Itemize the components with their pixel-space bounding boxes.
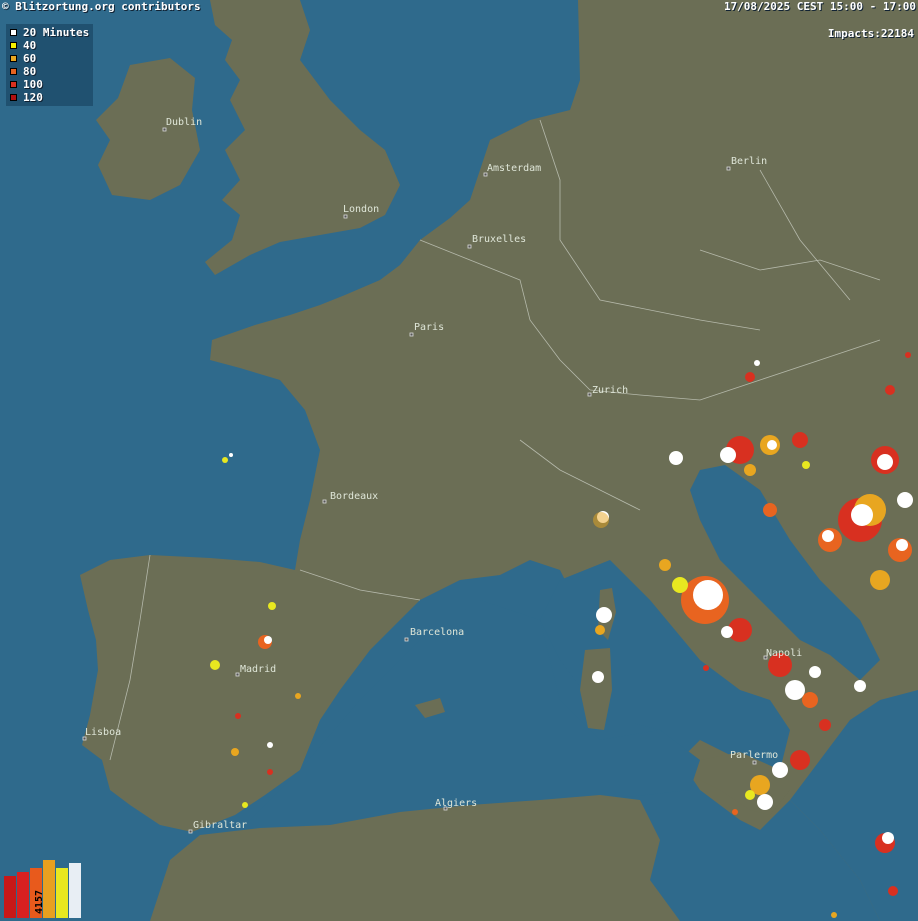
city-label-berlin: Berlin	[731, 156, 768, 167]
city-label-napoli: Napoli	[766, 648, 803, 659]
city-label-madrid: Madrid	[240, 664, 277, 675]
legend-item: 60	[10, 52, 89, 65]
legend-item: 40	[10, 39, 89, 52]
histogram-bar	[56, 868, 68, 918]
city-label-paris: Paris	[414, 322, 445, 333]
city-label-amsterdam: Amsterdam	[487, 163, 542, 174]
city-label-gibraltar: Gibraltar	[193, 820, 248, 831]
legend-label: 20 Minutes	[23, 26, 90, 39]
legend-swatch	[10, 29, 17, 36]
city-label-london: London	[343, 204, 380, 215]
city-label-dublin: Dublin	[166, 117, 203, 128]
city-label-zurich: Zurich	[592, 385, 629, 396]
legend-swatch	[10, 81, 17, 88]
city-label-barcelona: Barcelona	[410, 627, 465, 638]
histogram-bar	[17, 872, 29, 918]
time-range-text: 17/08/2025 CEST 15:00 - 17:00	[723, 0, 916, 13]
legend-swatch	[10, 68, 17, 75]
legend-item: 80	[10, 65, 89, 78]
legend-label: 60	[23, 52, 37, 65]
city-label-palermo: Parlermo	[730, 750, 779, 761]
legend-item: 120	[10, 91, 89, 104]
city-label-bordeaux: Bordeaux	[330, 491, 379, 502]
attribution-text: © Blitzortung.org contributors	[2, 0, 201, 13]
histogram-bar	[69, 863, 81, 918]
impacts-counter: Impacts:22184	[827, 27, 914, 40]
histogram-bar	[4, 876, 16, 918]
legend-swatch	[10, 42, 17, 49]
legend-label: 120	[23, 91, 43, 104]
legend-swatch	[10, 55, 17, 62]
age-legend: 20 Minutes 40 60 80 100 120	[6, 24, 94, 106]
city-label-lisboa: Lisboa	[85, 727, 122, 738]
lightning-map[interactable]	[0, 0, 918, 921]
city-label-algiers: Algiers	[435, 798, 478, 809]
histogram-count: 4157	[34, 889, 45, 914]
legend-label: 40	[23, 39, 37, 52]
strike-histogram: 4157	[4, 858, 82, 918]
legend-label: 100	[23, 78, 43, 91]
legend-item: 20 Minutes	[10, 26, 89, 39]
legend-item: 100	[10, 78, 89, 91]
legend-swatch	[10, 94, 17, 101]
city-label-bruxelles: Bruxelles	[472, 234, 527, 245]
legend-label: 80	[23, 65, 37, 78]
